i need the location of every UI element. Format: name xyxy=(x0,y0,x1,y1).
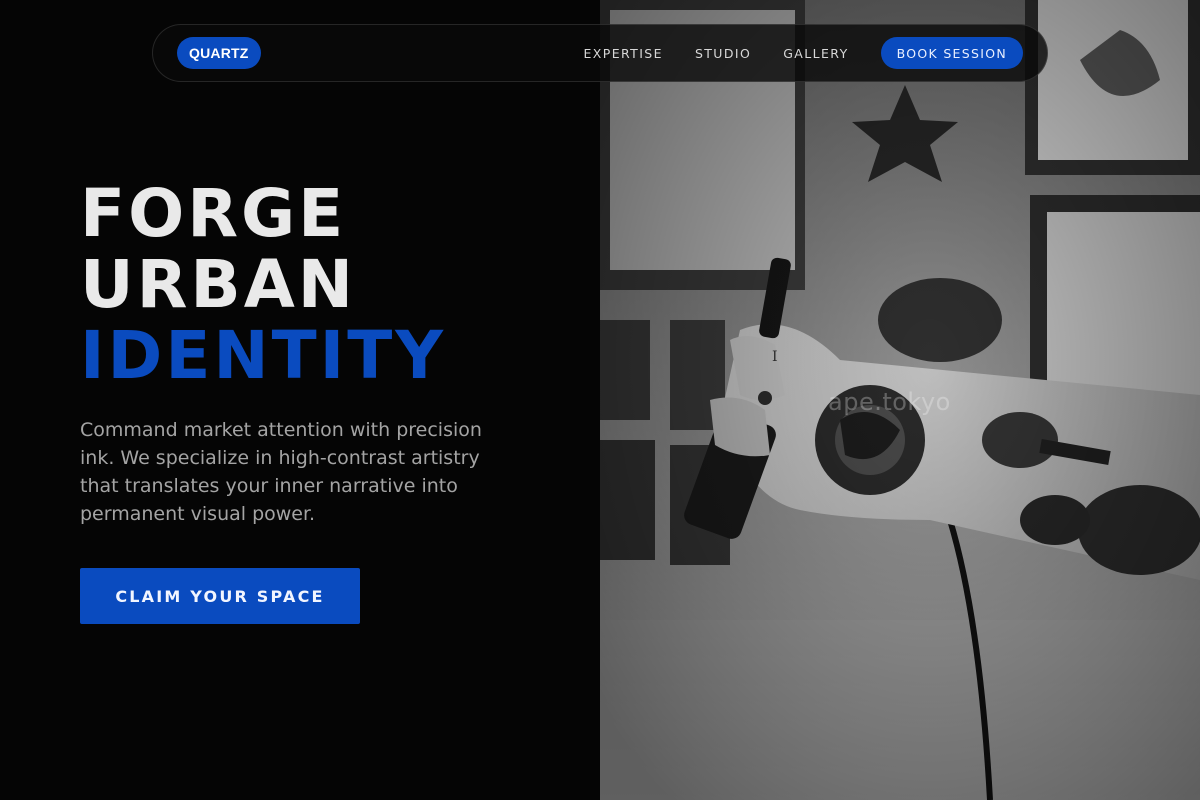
photo-watermark: ape.tokyo xyxy=(828,388,951,416)
brand-logo[interactable]: QUARTZ xyxy=(177,37,261,69)
hero-description: Command market attention with precision … xyxy=(80,419,482,525)
hero-title: FORGE URBAN IDENTITY xyxy=(80,178,446,391)
hero-section: FORGE URBAN IDENTITY Command market atte… xyxy=(0,0,600,800)
nav-link-gallery[interactable]: GALLERY xyxy=(783,46,848,61)
claim-space-button[interactable]: CLAIM YOUR SPACE xyxy=(80,568,360,624)
hero-title-line-2: URBAN xyxy=(80,246,357,323)
hero-title-line-3: IDENTITY xyxy=(80,317,447,394)
nav-links: EXPERTISE STUDIO GALLERY BOOK SESSION xyxy=(552,37,1023,69)
hero-title-line-1: FORGE xyxy=(80,175,347,252)
nav-link-expertise[interactable]: EXPERTISE xyxy=(584,46,663,61)
top-navigation: QUARTZ EXPERTISE STUDIO GALLERY BOOK SES… xyxy=(152,24,1048,82)
book-session-button[interactable]: BOOK SESSION xyxy=(880,37,1023,69)
nav-link-studio[interactable]: STUDIO xyxy=(695,46,751,61)
